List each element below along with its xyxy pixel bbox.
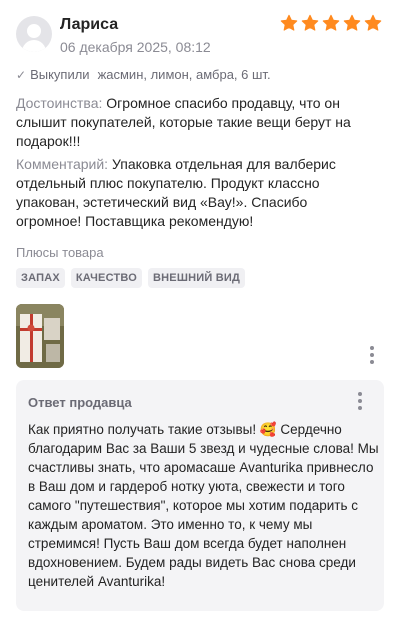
pluses-tags: ЗАПАХ КАЧЕСТВО ВНЕШНИЙ ВИД (16, 268, 245, 288)
seller-reply-title: Ответ продавца (28, 395, 132, 410)
purchase-info: ✓ Выкупили жасмин, лимон, амбра, 6 шт. (16, 67, 271, 82)
avatar (16, 16, 52, 52)
comment-label: Комментарий: (16, 156, 109, 172)
star-icon (301, 14, 319, 31)
tag-quality: КАЧЕСТВО (70, 268, 142, 288)
seller-reply-text: Как приятно получать такие отзывы! 🥰 Сер… (28, 422, 379, 589)
tag-appearance: ВНЕШНИЙ ВИД (148, 268, 245, 288)
review-card: Лариса 06 декабря 2025, 08:12 ✓ Выкупили… (0, 0, 406, 628)
check-icon: ✓ (16, 67, 27, 82)
pluses-title: Плюсы товара (16, 245, 104, 260)
advantages-block: Достоинства: Огромное спасибо продавцу, … (16, 94, 376, 151)
star-icon (364, 14, 382, 31)
seller-reply: Ответ продавца Как приятно получать таки… (16, 380, 384, 611)
advantages-label: Достоинства: (16, 95, 103, 111)
avatar-body-shape (22, 40, 46, 52)
review-date: 06 декабря 2025, 08:12 (60, 39, 211, 55)
rating-stars (280, 14, 382, 32)
avatar-head-shape (27, 24, 41, 38)
comment-block: Комментарий: Упаковка отдельная для валб… (16, 155, 376, 231)
reply-more-menu-icon[interactable] (350, 391, 370, 411)
star-icon (280, 14, 298, 31)
purchase-variant: жасмин, лимон, амбра, 6 шт. (97, 67, 271, 82)
review-more-menu-icon[interactable] (362, 345, 382, 365)
review-photo-thumbnail[interactable] (16, 304, 64, 368)
star-icon (343, 14, 361, 31)
tag-smell: ЗАПАХ (16, 268, 65, 288)
author-name: Лариса (60, 16, 119, 33)
star-icon (322, 14, 340, 31)
photo-image (16, 304, 64, 368)
purchase-label: Выкупили (30, 67, 90, 82)
